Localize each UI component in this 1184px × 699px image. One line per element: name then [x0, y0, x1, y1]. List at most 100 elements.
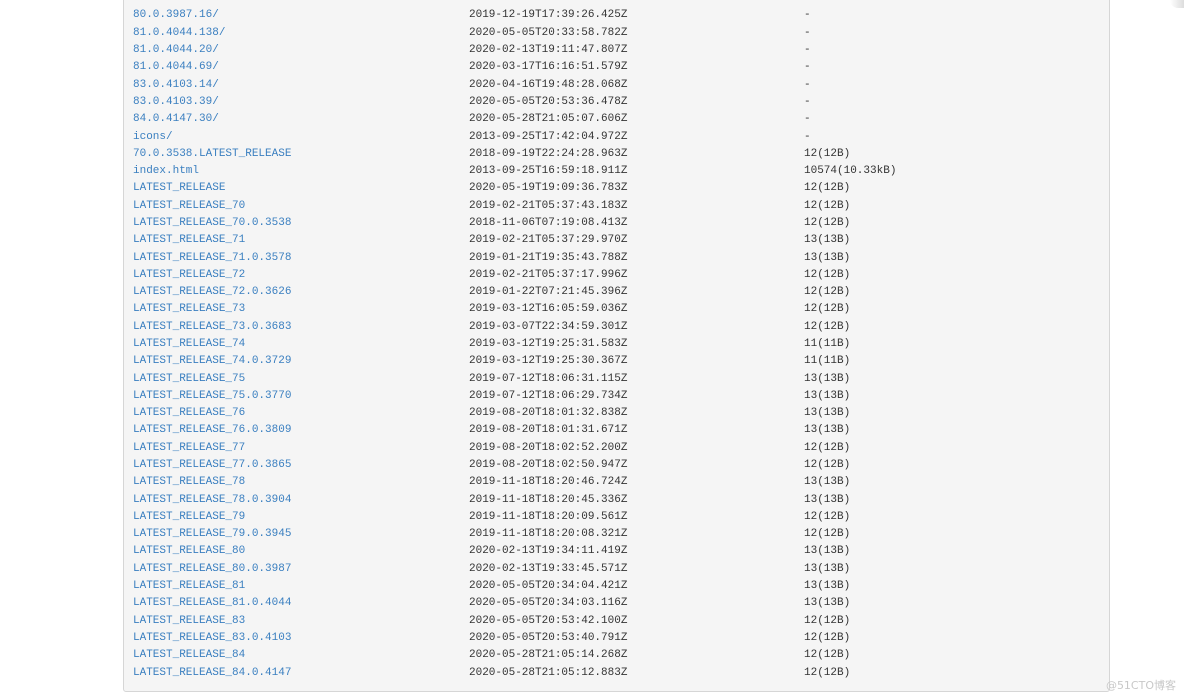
modified-date: 2020-03-17T16:16:51.579Z — [469, 61, 628, 74]
file-link[interactable]: LATEST_RELEASE_72.0.3626 — [133, 284, 291, 301]
modified-date: 2019-08-20T18:01:32.838Z — [469, 407, 628, 420]
modified-date: 2019-11-18T18:20:45.336Z — [469, 493, 628, 506]
file-size: 11(11B) — [804, 355, 851, 368]
file-size: 13(13B) — [804, 389, 851, 402]
table-row: LATEST_RELEASE_73.0.3683 2019-03-07T22:34… — [0, 319, 1100, 336]
file-size: 12(12B) — [804, 268, 851, 281]
file-link[interactable]: 81.0.4044.20/ — [133, 42, 219, 59]
file-size: 12(12B) — [804, 147, 851, 160]
modified-date: 2020-02-13T19:11:47.807Z — [469, 44, 628, 57]
file-link[interactable]: 83.0.4103.39/ — [133, 94, 219, 111]
file-link[interactable]: LATEST_RELEASE_83.0.4103 — [133, 630, 291, 647]
modified-date: 2019-03-12T19:25:31.583Z — [469, 338, 628, 350]
file-size: 12(12B) — [804, 216, 851, 229]
file-size: 13(13B) — [804, 407, 851, 420]
modified-date: 2019-08-20T18:02:50.947Z — [469, 459, 628, 472]
file-link[interactable]: 80.0.3987.16/ — [133, 7, 219, 24]
file-size: 13(13B) — [804, 580, 851, 593]
file-link[interactable]: 83.0.4103.14/ — [133, 77, 219, 94]
table-row: LATEST_RELEASE_72 2019-02-21T05:37:17.996… — [0, 267, 1100, 284]
modified-date: 2019-02-21T05:37:43.183Z — [469, 199, 628, 212]
file-size: 12(12B) — [804, 441, 851, 454]
file-size: - — [804, 78, 811, 91]
file-link[interactable]: LATEST_RELEASE_77.0.3865 — [133, 457, 291, 474]
table-row: icons/2013-09-25T17:42:04.972Z - — [0, 129, 1100, 146]
table-row: 81.0.4044.138/2020-05-05T20:33:58.782Z - — [0, 25, 1100, 42]
file-link[interactable]: LATEST_RELEASE_79 — [133, 509, 245, 526]
file-size: 12(12B) — [804, 614, 851, 627]
table-row: 81.0.4044.69/2020-03-17T16:16:51.579Z - — [0, 59, 1100, 76]
file-link[interactable]: 80.0.3987.106/ — [133, 0, 225, 7]
file-link[interactable]: LATEST_RELEASE_73.0.3683 — [133, 319, 291, 336]
file-link[interactable]: LATEST_RELEASE_77 — [133, 440, 245, 457]
file-size: 13(13B) — [804, 493, 851, 506]
modified-date: 2019-03-12T16:05:59.036Z — [469, 303, 628, 316]
file-link[interactable]: LATEST_RELEASE_75.0.3770 — [133, 388, 291, 405]
modified-date: 2019-11-18T18:20:09.561Z — [469, 510, 628, 523]
table-row: 80.0.3987.106/2020-02-13T19:21:31.691Z - — [0, 0, 1100, 7]
modified-date: 2020-05-05T20:33:58.782Z — [469, 26, 628, 39]
table-row: LATEST_RELEASE_70 2019-02-21T05:37:43.183… — [0, 198, 1100, 215]
file-size: - — [804, 44, 811, 57]
modified-date: 2019-11-18T18:20:46.724Z — [469, 476, 628, 489]
file-size: 12(12B) — [804, 459, 851, 472]
modified-date: 2019-08-20T18:01:31.671Z — [469, 424, 628, 437]
file-link[interactable]: LATEST_RELEASE_71.0.3578 — [133, 250, 291, 267]
file-size: 12(12B) — [804, 320, 851, 333]
table-row: LATEST_RELEASE_77 2019-08-20T18:02:52.200… — [0, 440, 1100, 457]
table-row: LATEST_RELEASE_81 2020-05-05T20:34:04.421… — [0, 578, 1100, 595]
file-link[interactable]: LATEST_RELEASE_76.0.3809 — [133, 422, 291, 439]
table-row: LATEST_RELEASE_75.0.3770 2019-07-12T18:06… — [0, 388, 1100, 405]
file-link[interactable]: LATEST_RELEASE_74 — [133, 336, 245, 353]
file-link[interactable]: LATEST_RELEASE_84.0.4147 — [133, 665, 291, 682]
file-size: 12(12B) — [804, 303, 851, 316]
file-size: 11(11B) — [804, 338, 851, 350]
modified-date: 2019-03-07T22:34:59.301Z — [469, 320, 628, 333]
file-size: 13(13B) — [804, 234, 851, 247]
modified-date: 2020-05-05T20:53:36.478Z — [469, 95, 628, 108]
table-row: LATEST_RELEASE_79 2019-11-18T18:20:09.561… — [0, 509, 1100, 526]
file-link[interactable]: 81.0.4044.138/ — [133, 25, 225, 42]
file-link[interactable]: LATEST_RELEASE_84 — [133, 647, 245, 664]
file-size: 13(13B) — [804, 372, 851, 385]
modified-date: 2020-05-05T20:34:04.421Z — [469, 580, 628, 593]
file-link[interactable]: LATEST_RELEASE_71 — [133, 232, 245, 249]
file-link[interactable]: 70.0.3538.LATEST_RELEASE — [133, 146, 291, 163]
modified-date: 2019-01-22T07:21:45.396Z — [469, 286, 628, 299]
watermark: @51CTO博客 — [1105, 679, 1176, 692]
file-link[interactable]: LATEST_RELEASE_75 — [133, 371, 245, 388]
table-row: LATEST_RELEASE_73 2019-03-12T16:05:59.036… — [0, 301, 1100, 318]
file-link[interactable]: LATEST_RELEASE_70 — [133, 198, 245, 215]
file-link[interactable]: LATEST_RELEASE_72 — [133, 267, 245, 284]
file-link[interactable]: LATEST_RELEASE_80.0.3987 — [133, 561, 291, 578]
file-link[interactable]: LATEST_RELEASE_79.0.3945 — [133, 526, 291, 543]
file-link[interactable]: index.html — [133, 163, 199, 180]
modified-date: 2013-09-25T16:59:18.911Z — [469, 165, 628, 178]
file-link[interactable]: LATEST_RELEASE_73 — [133, 301, 245, 318]
file-link[interactable]: LATEST_RELEASE_78 — [133, 474, 245, 491]
file-link[interactable]: LATEST_RELEASE_70.0.3538 — [133, 215, 291, 232]
table-row: LATEST_RELEASE_80 2020-02-13T19:34:11.419… — [0, 543, 1100, 560]
modified-date: 2018-09-19T22:24:28.963Z — [469, 147, 628, 160]
modified-date: 2019-11-18T18:20:08.321Z — [469, 528, 628, 541]
file-link[interactable]: LATEST_RELEASE_83 — [133, 613, 245, 630]
table-row: LATEST_RELEASE_83.0.4103 2020-05-05T20:53… — [0, 630, 1100, 647]
file-size: 12(12B) — [804, 199, 851, 212]
modified-date: 2019-12-19T17:39:26.425Z — [469, 9, 628, 22]
modified-date: 2020-05-28T21:05:07.606Z — [469, 113, 628, 126]
file-link[interactable]: LATEST_RELEASE — [133, 180, 225, 197]
table-row: LATEST_RELEASE_72.0.3626 2019-01-22T07:21… — [0, 284, 1100, 301]
file-link[interactable]: icons/ — [133, 129, 173, 146]
file-link[interactable]: 81.0.4044.69/ — [133, 59, 219, 76]
table-row: LATEST_RELEASE_80.0.3987 2020-02-13T19:33… — [0, 561, 1100, 578]
file-link[interactable]: LATEST_RELEASE_81 — [133, 578, 245, 595]
file-link[interactable]: 84.0.4147.30/ — [133, 111, 219, 128]
file-link[interactable]: LATEST_RELEASE_81.0.4044 — [133, 595, 291, 612]
file-link[interactable]: LATEST_RELEASE_76 — [133, 405, 245, 422]
file-size: 12(12B) — [804, 528, 851, 541]
table-row: 83.0.4103.39/2020-05-05T20:53:36.478Z - — [0, 94, 1100, 111]
file-link[interactable]: LATEST_RELEASE_74.0.3729 — [133, 353, 291, 370]
file-link[interactable]: LATEST_RELEASE_78.0.3904 — [133, 492, 291, 509]
file-link[interactable]: LATEST_RELEASE_80 — [133, 543, 245, 560]
table-row: LATEST_RELEASE_71 2019-02-21T05:37:29.970… — [0, 232, 1100, 249]
